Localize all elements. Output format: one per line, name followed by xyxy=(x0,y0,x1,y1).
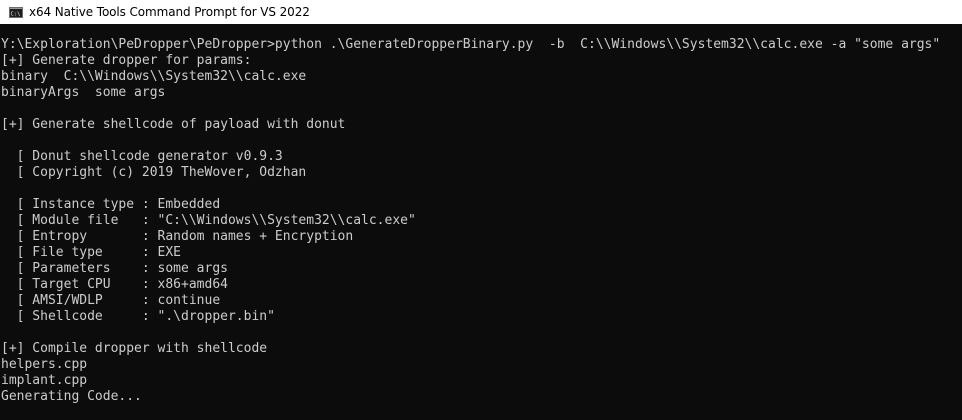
console-line: [ Target CPU : x86+amd64 xyxy=(1,277,228,292)
console-line: [ Instance type : Embedded xyxy=(1,197,221,212)
title-bar[interactable]: C:\ x64 Native Tools Command Prompt for … xyxy=(0,0,962,24)
console-line: [ Shellcode : ".\dropper.bin" xyxy=(1,309,275,324)
console-line: helpers.cpp xyxy=(1,357,88,372)
console-line: [+] Generate dropper for params: xyxy=(1,53,252,68)
console-line: [ Module file : "C:\\Windows\\System32\\… xyxy=(1,213,416,228)
console-line-command: Y:\Exploration\PeDropper\PeDropper>pytho… xyxy=(1,37,941,52)
svg-text:C:\: C:\ xyxy=(11,11,21,17)
window-title: x64 Native Tools Command Prompt for VS 2… xyxy=(29,5,310,19)
console-line: [ Parameters : some args xyxy=(1,261,228,276)
console-line: [+] Compile dropper with shellcode xyxy=(1,341,268,356)
console-output[interactable]: Y:\Exploration\PeDropper\PeDropper>pytho… xyxy=(0,37,962,420)
console-line: [ Entropy : Random names + Encryption xyxy=(1,229,354,244)
console-window: C:\ x64 Native Tools Command Prompt for … xyxy=(0,0,962,420)
console-line: binary C:\\Windows\\System32\\calc.exe xyxy=(1,69,307,84)
console-line: [ AMSI/WDLP : continue xyxy=(1,293,221,308)
console-line: binaryArgs some args xyxy=(1,85,166,100)
console-line: Generating Code... xyxy=(1,389,142,404)
console-line: [ File type : EXE xyxy=(1,245,182,260)
command-prompt-icon: C:\ xyxy=(9,6,23,18)
console-line: [ Copyright (c) 2019 TheWover, Odzhan xyxy=(1,165,307,180)
console-line: implant.cpp xyxy=(1,373,88,388)
console-line: [ Donut shellcode generator v0.9.3 xyxy=(1,149,283,164)
console-line: [+] Generate shellcode of payload with d… xyxy=(1,117,346,132)
